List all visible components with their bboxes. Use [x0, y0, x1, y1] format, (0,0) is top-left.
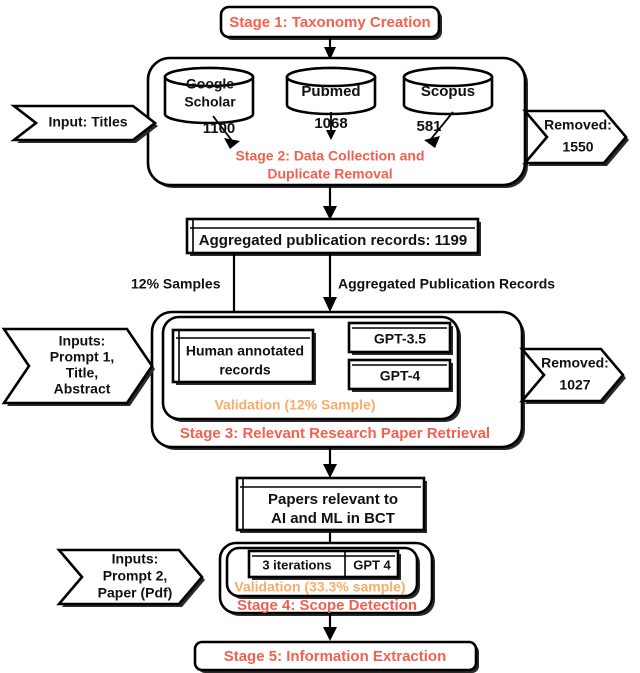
database-scopus-label: Scopus: [421, 83, 475, 100]
aggregated-records-node[interactable]: Aggregated publication records: 1199: [185, 217, 481, 256]
inputs-stage4-line3: Paper (Pdf): [98, 585, 173, 601]
removed-stage3-count: 1027: [559, 377, 590, 393]
arrow-stage2-aggregated: [323, 185, 337, 220]
model-gpt35-node[interactable]: GPT-3.5: [347, 321, 453, 355]
database-google-scholar-count: 1100: [203, 120, 236, 137]
stage3-validation-label: Validation (12% Sample): [214, 397, 375, 413]
stage4-label: Stage 4: Scope Detection: [237, 597, 417, 614]
stage4-validation-label: Validation (33.3% sample): [234, 579, 405, 595]
arrow-stage4-stage5: [323, 613, 337, 641]
stage1-node[interactable]: Stage 1: Taxonomy Creation: [219, 5, 442, 40]
flowchart-canvas: Stage 1: Taxonomy Creation Google Schola…: [0, 0, 640, 673]
stage5-label: Stage 5: Information Extraction: [224, 648, 447, 665]
input-titles-node[interactable]: Input: Titles: [10, 104, 158, 143]
stage3-label: Stage 3: Relevant Research Paper Retriev…: [180, 425, 490, 442]
edge-label-aggregated: Aggregated Publication Records: [338, 276, 555, 292]
human-annotated-records-line2: records: [219, 362, 271, 378]
database-scopus[interactable]: Scopus: [402, 66, 494, 116]
inputs-stage4-line2: Prompt 2,: [103, 568, 168, 584]
flowchart-svg: Stage 1: Taxonomy Creation Google Schola…: [1, 5, 629, 673]
stage2-label-line2: Duplicate Removal: [267, 166, 392, 182]
stage4-model-label: GPT 4: [353, 557, 391, 572]
database-pubmed-count: 1068: [314, 115, 347, 132]
stage4-iterations-label: 3 iterations: [262, 557, 331, 572]
model-gpt4-node[interactable]: GPT-4: [347, 358, 453, 392]
human-annotated-records-line1: Human annotated: [186, 343, 304, 359]
arrow-stage3-papers: [323, 447, 337, 478]
edge-label-samples: 12% Samples: [131, 276, 221, 292]
removed-stage2-label: Removed:: [544, 117, 612, 133]
relevant-papers-line2: AI and ML in BCT: [271, 510, 395, 527]
database-pubmed[interactable]: Pubmed: [285, 66, 377, 116]
stage1-label: Stage 1: Taxonomy Creation: [229, 14, 430, 31]
inputs-stage3-line4: Abstract: [54, 381, 111, 397]
removed-stage3-node[interactable]: Removed: 1027: [519, 347, 626, 404]
removed-stage2-count: 1550: [562, 139, 593, 155]
inputs-stage4-node[interactable]: Inputs: Prompt 2, Paper (Pdf): [56, 548, 205, 607]
inputs-stage4-line1: Inputs:: [112, 551, 159, 567]
inputs-stage3-line1: Inputs:: [59, 333, 106, 349]
removed-stage3-label: Removed:: [541, 355, 609, 371]
inputs-stage3-line3: Title,: [66, 365, 98, 381]
relevant-papers-node[interactable]: Papers relevant to AI and ML in BCT: [235, 476, 427, 533]
stage4-model-node[interactable]: 3 iterations GPT 4: [247, 549, 401, 580]
input-titles-label: Input: Titles: [48, 114, 127, 130]
model-gpt35-label: GPT-3.5: [374, 331, 426, 347]
aggregated-records-label: Aggregated publication records: 1199: [199, 232, 467, 249]
stage2-label-line1: Stage 2: Data Collection and: [235, 148, 424, 164]
inputs-stage3-node[interactable]: Inputs: Prompt 1, Title, Abstract: [1, 327, 155, 406]
relevant-papers-line1: Papers relevant to: [268, 491, 398, 508]
stage5-node[interactable]: Stage 5: Information Extraction: [193, 640, 479, 673]
human-annotated-records-node[interactable]: Human annotated records: [171, 328, 316, 385]
database-pubmed-label: Pubmed: [301, 83, 360, 100]
database-google-scholar-label-line1: Google: [186, 76, 234, 92]
arrow-stage1-stage2: [324, 37, 336, 60]
model-gpt4-label: GPT-4: [380, 368, 421, 384]
inputs-stage3-line2: Prompt 1,: [50, 349, 115, 365]
database-scopus-count: 581: [416, 118, 441, 135]
database-google-scholar[interactable]: Google Scholar: [163, 66, 255, 125]
database-google-scholar-label-line2: Scholar: [184, 94, 236, 110]
removed-stage2-node[interactable]: Removed: 1550: [522, 109, 629, 166]
